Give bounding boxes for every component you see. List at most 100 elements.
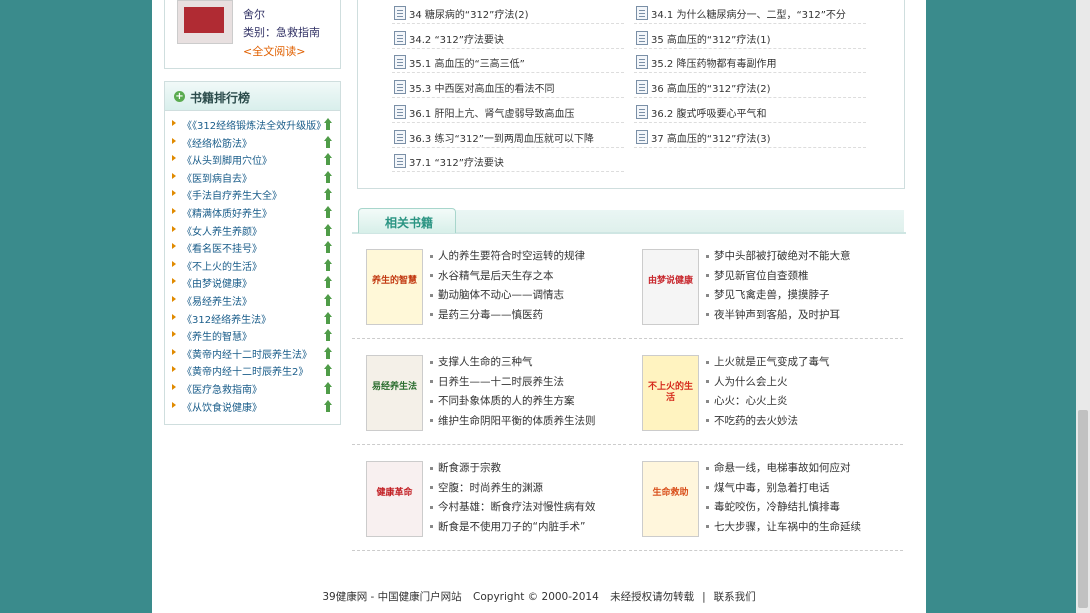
ranking-item-label[interactable]: 《312经络养生法》	[182, 311, 271, 326]
ranking-item-label[interactable]: 《从头到脚用穴位》	[182, 152, 272, 167]
chapter-item[interactable]: 35.2 降压药物都有毒副作用	[634, 50, 866, 74]
highlight-link[interactable]: 毒蛇咬伤，冷静结扎慎排毒	[706, 498, 861, 518]
highlight-link[interactable]: 今村基雄：断食疗法对慢性病有效	[430, 498, 596, 518]
highlight-link[interactable]: 上火就是正气变成了毒气	[706, 353, 830, 373]
highlight-link[interactable]: 人的养生要符合时空运转的规律	[430, 247, 585, 267]
highlight-link[interactable]: 断食是不使用刀子的“内脏手术”	[430, 518, 596, 538]
book-cover-image[interactable]: 生命救助	[642, 461, 699, 537]
book-cover-image[interactable]: 养生的智慧	[366, 249, 423, 325]
ranking-item-label[interactable]: 《易经养生法》	[182, 293, 252, 308]
ranking-item-label[interactable]: 《养生的智慧》	[182, 328, 252, 343]
highlight-text[interactable]: 维护生命阴阳平衡的体质养生法则	[438, 415, 596, 427]
ranking-item-label[interactable]: 《医到病自去》	[182, 170, 252, 185]
highlight-text[interactable]: 空腹：时尚养生的渊源	[438, 482, 543, 494]
ranking-item-label[interactable]: 《不上火的生活》	[182, 258, 262, 273]
ranking-item[interactable]: 《医疗急救指南》	[165, 380, 340, 398]
ranking-item-label[interactable]: 《女人养生养颜》	[182, 223, 262, 238]
ranking-item[interactable]: 《由梦说健康》	[165, 274, 340, 292]
ranking-item[interactable]: 《易经养生法》	[165, 292, 340, 310]
highlight-text[interactable]: 断食源于宗教	[438, 462, 501, 474]
ranking-item-label[interactable]: 《精满体质好养生》	[182, 205, 272, 220]
ranking-item-label[interactable]: 《黄帝内经十二时辰养生法》	[182, 346, 312, 361]
contact-link[interactable]: 联系我们	[714, 591, 756, 603]
ranking-item[interactable]: 《312经络养生法》	[165, 310, 340, 328]
highlight-link[interactable]: 梦见飞禽走兽，摸摸脖子	[706, 286, 851, 306]
chapter-item[interactable]: 37.1 “312”疗法要诀	[392, 149, 624, 173]
highlight-text[interactable]: 不同卦象体质的人的养生方案	[438, 395, 575, 407]
chapter-item[interactable]: 37 高血压的“312”疗法(3)	[634, 125, 866, 148]
highlight-text[interactable]: 七大步骤，让车祸中的生命延续	[714, 521, 861, 533]
ranking-item-label[interactable]: 《黄帝内经十二时辰养生2》	[182, 363, 308, 378]
ranking-item[interactable]: 《精满体质好养生》	[165, 204, 340, 222]
highlight-text[interactable]: 水谷精气是后天生存之本	[438, 270, 554, 282]
highlight-link[interactable]: 煤气中毒，别急着打电话	[706, 479, 861, 499]
scrollbar-thumb[interactable]	[1078, 410, 1088, 608]
highlight-link[interactable]: 人为什么会上火	[706, 373, 830, 393]
book-cover-image[interactable]: 不上火的生活	[642, 355, 699, 431]
highlight-link[interactable]: 心火：心火上炎	[706, 392, 830, 412]
chapter-link[interactable]: 35.3 中西医对高血压的看法不同	[409, 80, 554, 95]
chapter-item[interactable]: 35 高血压的“312”疗法(1)	[634, 26, 866, 49]
chapter-item[interactable]: 35.1 高血压的“三高三低”	[392, 50, 624, 74]
ranking-item[interactable]: 《从饮食说健康》	[165, 398, 340, 416]
highlight-text[interactable]: 支撑人生命的三种气	[438, 356, 533, 368]
highlight-link[interactable]: 不吃药的去火妙法	[706, 412, 830, 432]
ranking-item[interactable]: 《手法自疗养生大全》	[165, 186, 340, 204]
highlight-text[interactable]: 煤气中毒，别急着打电话	[714, 482, 830, 494]
chapter-link[interactable]: 36.1 肝阳上亢、肾气虚弱导致高血压	[409, 105, 574, 120]
highlight-text[interactable]: 日养生——十二时辰养生法	[438, 376, 564, 388]
ranking-item-label[interactable]: 《《312经络锻炼法全效升级版》	[182, 117, 326, 132]
chapter-item[interactable]: 36 高血压的“312”疗法(2)	[634, 75, 866, 99]
chapter-link[interactable]: 35 高血压的“312”疗法(1)	[651, 31, 771, 46]
highlight-text[interactable]: 勤动脑体不动心——调情志	[438, 289, 564, 301]
highlight-text[interactable]: 梦中头部被打破绝对不能大意	[714, 250, 851, 262]
chapter-item[interactable]: 35.3 中西医对高血压的看法不同	[392, 75, 624, 99]
highlight-link[interactable]: 日养生——十二时辰养生法	[430, 373, 596, 393]
highlight-text[interactable]: 命悬一线，电梯事故如何应对	[714, 462, 851, 474]
ranking-item[interactable]: 《看名医不挂号》	[165, 239, 340, 257]
highlight-link[interactable]: 勤动脑体不动心——调情志	[430, 286, 585, 306]
highlight-text[interactable]: 上火就是正气变成了毒气	[714, 356, 830, 368]
chapter-link[interactable]: 37.1 “312”疗法要诀	[409, 154, 504, 169]
ranking-item[interactable]: 《黄帝内经十二时辰养生2》	[165, 362, 340, 380]
highlight-link[interactable]: 夜半钟声到客船，及时护耳	[706, 306, 851, 326]
highlight-link[interactable]: 梦见新官位自查颈椎	[706, 267, 851, 287]
ranking-item[interactable]: 《养生的智慧》	[165, 327, 340, 345]
highlight-text[interactable]: 梦见新官位自查颈椎	[714, 270, 809, 282]
chapter-item[interactable]: 36.2 腹式呼吸要心平气和	[634, 100, 866, 123]
ranking-item-label[interactable]: 《医疗急救指南》	[182, 381, 262, 396]
highlight-link[interactable]: 不同卦象体质的人的养生方案	[430, 392, 596, 412]
chapter-link[interactable]: 36.2 腹式呼吸要心平气和	[651, 105, 766, 120]
highlight-text[interactable]: 是药三分毒——慎医药	[438, 309, 543, 321]
highlight-text[interactable]: 毒蛇咬伤，冷静结扎慎排毒	[714, 501, 840, 513]
highlight-text[interactable]: 人为什么会上火	[714, 376, 788, 388]
chapter-item[interactable]: 36.3 练习“312”一到两周血压就可以下降	[392, 125, 624, 148]
read-all-link[interactable]: <全文阅读>	[243, 43, 305, 59]
ranking-item[interactable]: 《医到病自去》	[165, 169, 340, 187]
ranking-item[interactable]: 《不上火的生活》	[165, 257, 340, 275]
chapter-item[interactable]: 34 糖尿病的“312”疗法(2)	[392, 1, 624, 24]
highlight-link[interactable]: 水谷精气是后天生存之本	[430, 267, 585, 287]
ranking-item[interactable]: 《女人养生养颜》	[165, 222, 340, 240]
ranking-item[interactable]: 《经络松筋法》	[165, 134, 340, 152]
chapter-link[interactable]: 36.3 练习“312”一到两周血压就可以下降	[409, 130, 594, 145]
highlight-link[interactable]: 命悬一线，电梯事故如何应对	[706, 459, 861, 479]
ranking-item-label[interactable]: 《经络松筋法》	[182, 135, 252, 150]
chapter-link[interactable]: 34 糖尿病的“312”疗法(2)	[409, 6, 529, 21]
highlight-text[interactable]: 夜半钟声到客船，及时护耳	[714, 309, 840, 321]
highlight-link[interactable]: 是药三分毒——慎医药	[430, 306, 585, 326]
ranking-item-label[interactable]: 《由梦说健康》	[182, 275, 252, 290]
chapter-link[interactable]: 34.2 “312”疗法要诀	[409, 31, 504, 46]
chapter-item[interactable]: 34.2 “312”疗法要诀	[392, 26, 624, 49]
highlight-text[interactable]: 梦见飞禽走兽，摸摸脖子	[714, 289, 830, 301]
chapter-link[interactable]: 36 高血压的“312”疗法(2)	[651, 80, 771, 95]
highlight-text[interactable]: 今村基雄：断食疗法对慢性病有效	[438, 501, 596, 513]
chapter-link[interactable]: 35.2 降压药物都有毒副作用	[651, 55, 776, 70]
chapter-item[interactable]: 34.1 为什么糖尿病分一、二型，“312”不分	[634, 1, 866, 24]
highlight-link[interactable]: 支撑人生命的三种气	[430, 353, 596, 373]
scrollbar[interactable]	[1076, 0, 1090, 613]
highlight-link[interactable]: 维护生命阴阳平衡的体质养生法则	[430, 412, 596, 432]
ranking-item[interactable]: 《黄帝内经十二时辰养生法》	[165, 345, 340, 363]
ranking-item-label[interactable]: 《看名医不挂号》	[182, 240, 262, 255]
ranking-item-label[interactable]: 《手法自疗养生大全》	[182, 187, 282, 202]
